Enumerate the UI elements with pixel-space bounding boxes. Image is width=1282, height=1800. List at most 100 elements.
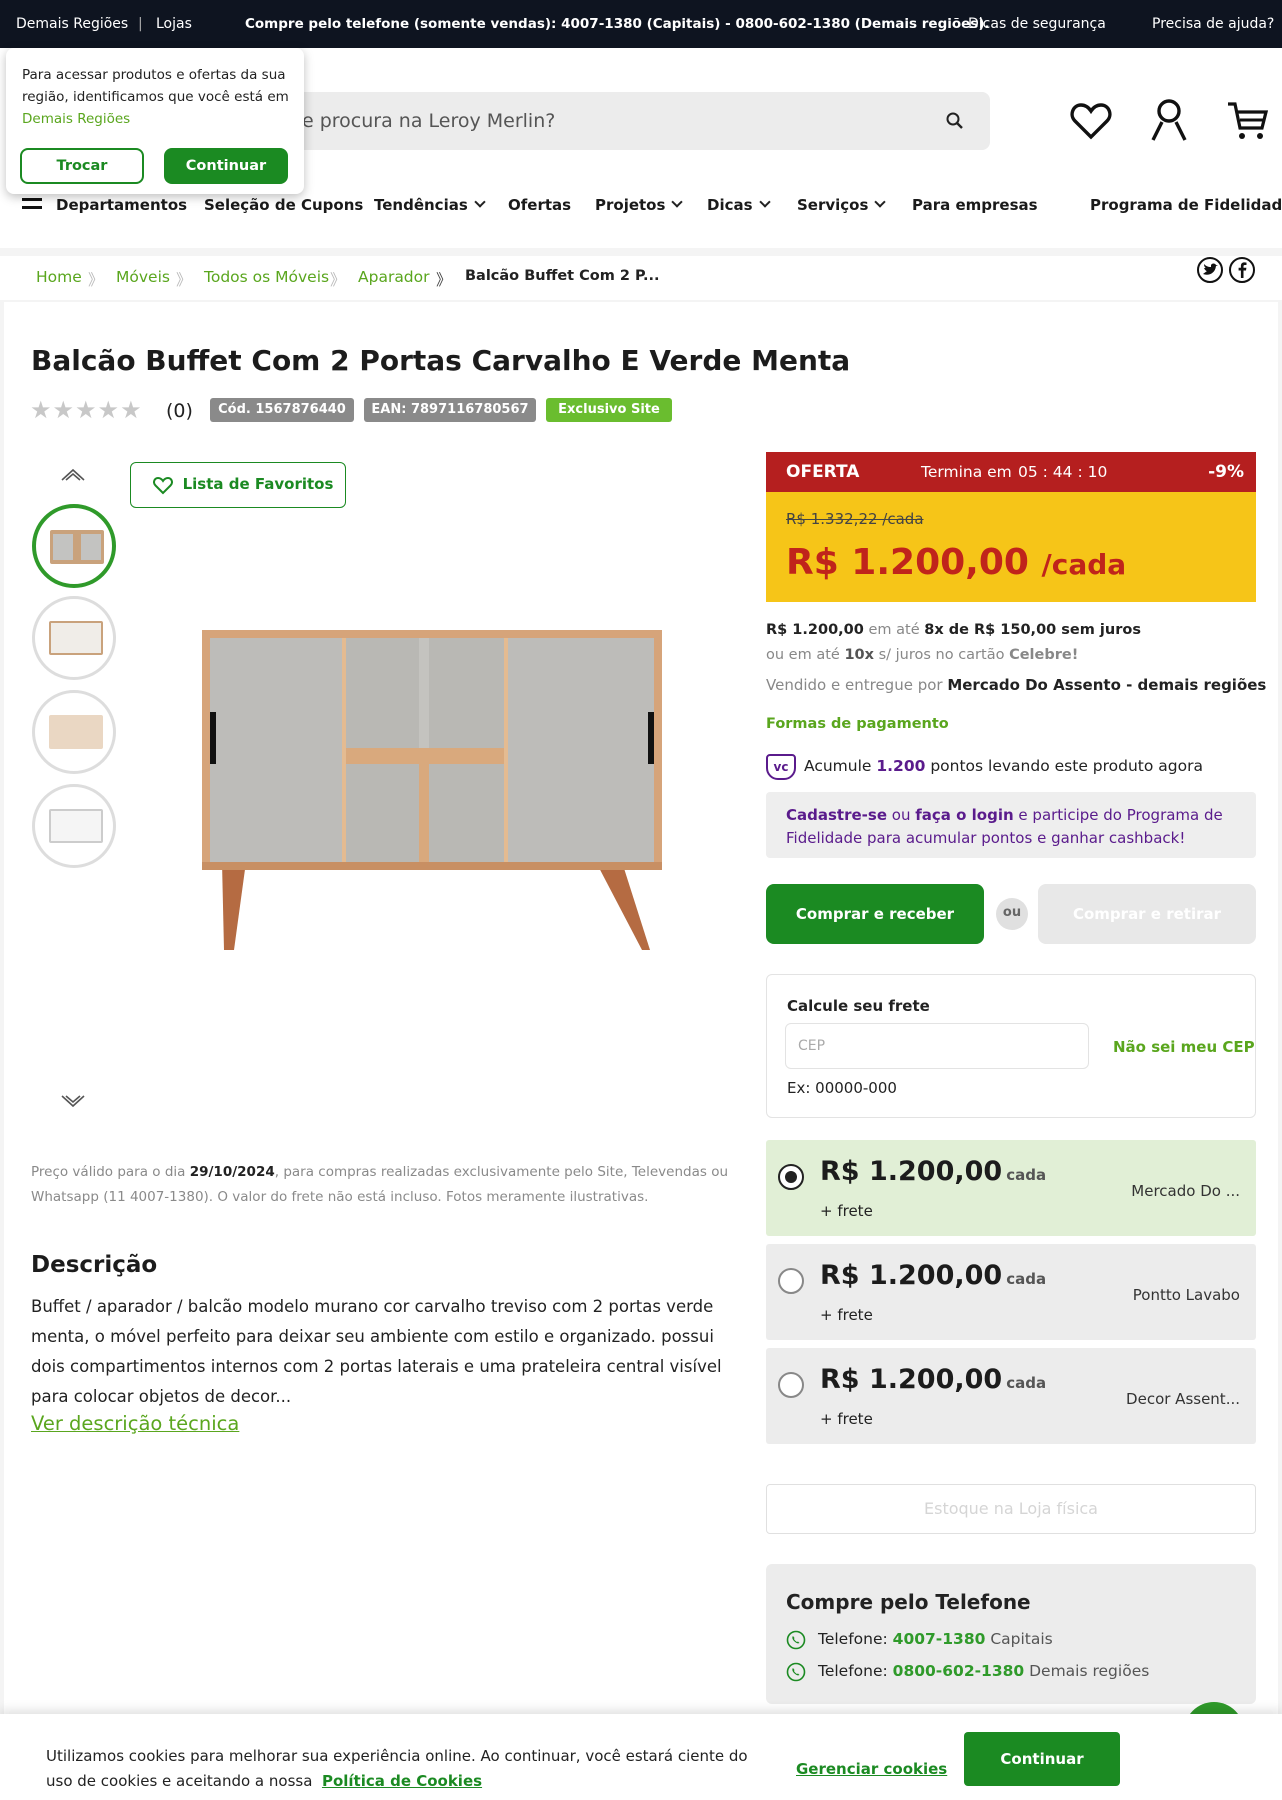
product-title: Balcão Buffet Com 2 Portas Carvalho E Ve…	[31, 344, 851, 377]
nav-trends[interactable]: Tendências	[374, 196, 486, 214]
thumbnail-image	[50, 530, 104, 564]
points-prefix: Acumule	[804, 757, 877, 775]
region-popup: Para acessar produtos e ofertas da sua r…	[6, 48, 304, 194]
offer-label: OFERTA	[786, 462, 860, 482]
phone-number[interactable]: 0800-602-1380	[893, 1662, 1025, 1680]
product-image[interactable]	[192, 630, 672, 960]
cookie-text: Utilizamos cookies para melhorar sua exp…	[46, 1744, 766, 1794]
cookie-policy-link[interactable]: Política de Cookies	[322, 1772, 482, 1790]
thumbnail-1[interactable]	[32, 504, 116, 588]
search-icon[interactable]	[946, 112, 964, 130]
discount-badge: -9%	[1208, 462, 1244, 482]
manage-cookies-link[interactable]: Gerenciar cookies	[796, 1760, 947, 1778]
security-tips-link[interactable]: Dicas de segurança	[968, 16, 1106, 32]
breadcrumb-all-furniture[interactable]: Todos os Móveis	[204, 268, 329, 286]
seller-freight: + frete	[820, 1410, 873, 1428]
phone-number[interactable]: 4007-1380	[893, 1630, 986, 1648]
facebook-icon[interactable]	[1228, 256, 1256, 284]
seller-price: R$ 1.200,00 cada	[820, 1260, 1046, 1291]
nav-tips-label: Dicas	[707, 196, 753, 214]
rating-stars[interactable]: ★★★★★	[30, 396, 143, 424]
installments-mid: em até	[863, 622, 925, 638]
seller-option[interactable]: R$ 1.200,00 cada + frete Decor Assent...	[766, 1348, 1256, 1444]
cookie-continue-button[interactable]: Continuar	[964, 1732, 1120, 1786]
favorites-button[interactable]: Lista de Favoritos	[130, 462, 346, 508]
user-icon[interactable]	[1150, 98, 1188, 142]
thumbnail-4[interactable]	[32, 784, 116, 868]
card-prefix: ou em até	[766, 647, 845, 663]
whatsapp-icon	[786, 1662, 806, 1682]
phone-line: Telefone: 4007-1380 Capitais	[818, 1630, 1053, 1648]
nav-projects-label: Projetos	[595, 196, 666, 214]
breadcrumb: Home 》 Móveis 》 Todos os Móveis 》 Aparad…	[0, 256, 1282, 300]
signup-link[interactable]: Cadastre-se	[786, 806, 887, 824]
phone-box-title: Compre pelo Telefone	[786, 1590, 1031, 1614]
nav-departments[interactable]: Departamentos	[56, 196, 187, 214]
technical-description-link[interactable]: Ver descrição técnica	[31, 1412, 239, 1435]
nav-services[interactable]: Serviços	[797, 196, 887, 214]
continue-region-button[interactable]: Continuar	[164, 148, 288, 184]
points-value: 1.200	[876, 757, 926, 775]
radio-unselected[interactable]	[778, 1372, 804, 1398]
seller-price-unit: cada	[1006, 1166, 1047, 1184]
nav-projects[interactable]: Projetos	[595, 196, 684, 214]
dont-know-cep-link[interactable]: Não sei meu CEP	[1113, 1038, 1255, 1056]
chevron-up-icon[interactable]	[60, 466, 86, 482]
cep-example: Ex: 00000-000	[787, 1079, 897, 1097]
region-link[interactable]: Demais Regiões	[16, 16, 128, 32]
seller-option[interactable]: R$ 1.200,00 cada + frete Pontto Lavabo	[766, 1244, 1256, 1340]
installments-price: R$ 1.200,00	[766, 622, 864, 638]
seller-price-value: R$ 1.200,00	[820, 1156, 1003, 1187]
nav-loyalty[interactable]: Programa de Fidelidade	[1090, 196, 1282, 214]
phone-purchase-box: Compre pelo Telefone Telefone: 4007-1380…	[766, 1564, 1256, 1704]
shipping-title: Calcule seu frete	[787, 997, 930, 1015]
old-price: R$ 1.332,22 /cada	[786, 510, 924, 528]
cart-icon[interactable]	[1226, 100, 1268, 142]
thumbnail-2[interactable]	[32, 596, 116, 680]
search-placeholder: e procura na Leroy Merlin?	[302, 110, 556, 132]
topbar-separator: |	[138, 16, 143, 32]
seller-option[interactable]: R$ 1.200,00 cada + frete Mercado Do ...	[766, 1140, 1256, 1236]
twitter-icon[interactable]	[1196, 256, 1224, 284]
payment-methods-link[interactable]: Formas de pagamento	[766, 716, 949, 732]
seller-freight: + frete	[820, 1306, 873, 1324]
login-link[interactable]: faça o login	[915, 806, 1013, 824]
menu-icon[interactable]	[22, 198, 42, 209]
store-stock-button[interactable]: Estoque na Loja física	[766, 1484, 1256, 1534]
popup-message: Para acessar produtos e ofertas da sua r…	[22, 64, 292, 130]
chevron-down-icon	[671, 196, 684, 208]
change-region-button[interactable]: Trocar	[20, 148, 144, 184]
help-link[interactable]: Precisa de ajuda?	[1152, 16, 1274, 32]
cep-input[interactable]: CEP	[785, 1023, 1089, 1069]
radio-selected[interactable]	[778, 1164, 804, 1190]
points-suffix: pontos levando este produto agora	[925, 757, 1203, 775]
seller-price: R$ 1.200,00 cada	[820, 1364, 1046, 1395]
validity-prefix: Preço válido para o dia	[31, 1164, 190, 1180]
nav-offers[interactable]: Ofertas	[508, 196, 571, 214]
nav-coupons[interactable]: Seleção de Cupons	[204, 196, 363, 214]
favorites-label: Lista de Favoritos	[182, 475, 334, 493]
heart-icon[interactable]	[1070, 102, 1112, 140]
buy-and-pickup-button[interactable]: Comprar e retirar	[1038, 884, 1256, 944]
phone-region: Capitais	[985, 1630, 1053, 1648]
offer-price-unit: /cada	[1041, 548, 1127, 581]
search-input[interactable]: e procura na Leroy Merlin?	[232, 92, 990, 150]
breadcrumb-furniture[interactable]: Móveis	[116, 268, 170, 286]
rating-count: (0)	[166, 400, 193, 422]
breadcrumb-home[interactable]: Home	[36, 268, 82, 286]
chevron-down-icon[interactable]	[60, 1094, 86, 1110]
nav-tips[interactable]: Dicas	[707, 196, 771, 214]
seller-price-unit: cada	[1006, 1374, 1047, 1392]
sold-by-name[interactable]: Mercado Do Assento - demais regiões	[947, 676, 1266, 694]
radio-unselected[interactable]	[778, 1268, 804, 1294]
stores-link[interactable]: Lojas	[156, 16, 192, 32]
heart-icon	[153, 477, 173, 495]
thumbnail-image	[49, 621, 103, 655]
nav-business[interactable]: Para empresas	[912, 196, 1038, 214]
card-installments: ou em até 10x s/ juros no cartão Celebre…	[766, 647, 1078, 663]
thumbnail-3[interactable]	[32, 690, 116, 774]
nav-trends-label: Tendências	[374, 196, 468, 214]
price-validity-note: Preço válido para o dia 29/10/2024, para…	[31, 1160, 731, 1210]
breadcrumb-sideboard[interactable]: Aparador	[358, 268, 430, 286]
buy-and-receive-button[interactable]: Comprar e receber	[766, 884, 984, 944]
